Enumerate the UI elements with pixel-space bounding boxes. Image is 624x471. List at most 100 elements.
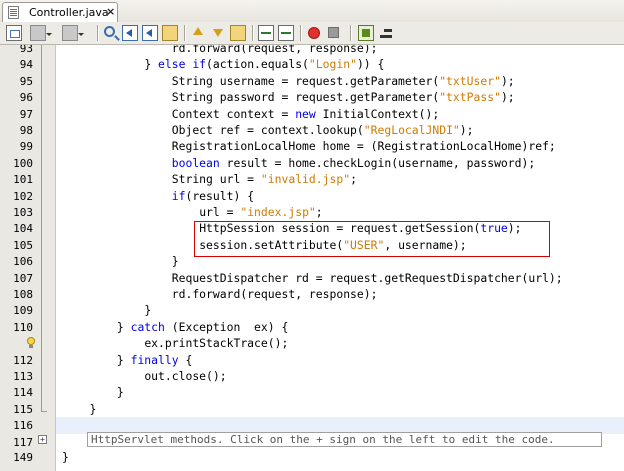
line-number: 106 xyxy=(13,255,33,268)
line-number: 103 xyxy=(13,206,33,219)
line-number: 100 xyxy=(13,157,33,170)
toolbar-separator xyxy=(184,25,186,41)
line-number: 99 xyxy=(19,140,33,153)
keyword-token: else if xyxy=(158,57,207,71)
line-number: 109 xyxy=(13,304,33,317)
code-line: 112} finally { xyxy=(0,352,624,369)
keyword-token: finally xyxy=(130,353,179,367)
code-token: Object ref = context.lookup( xyxy=(171,123,364,137)
forward-icon[interactable] xyxy=(62,25,84,41)
code-token: result = home.checkLogin(username, passw… xyxy=(219,156,536,170)
comment-icon[interactable] xyxy=(378,25,394,41)
close-tab-icon[interactable]: × xyxy=(106,5,115,18)
code-token: ; xyxy=(315,205,323,219)
code-token: } xyxy=(171,254,179,268)
lightbulb-hint-icon[interactable] xyxy=(26,337,36,348)
keyword-token: catch xyxy=(130,320,165,334)
line-number: 97 xyxy=(19,108,33,121)
code-text: } xyxy=(62,450,69,464)
line-number: 102 xyxy=(13,190,33,203)
string-token: "txtPass" xyxy=(439,90,501,104)
code-text: Object ref = context.lookup("RegLocalJND… xyxy=(172,123,474,137)
string-token: "Login" xyxy=(308,57,357,71)
code-token: rd.forward(request, response); xyxy=(171,287,378,301)
code-token: url = xyxy=(199,205,241,219)
code-token: ); xyxy=(500,74,515,88)
line-number: 93 xyxy=(19,45,33,55)
editor-toolbar xyxy=(0,22,624,45)
string-token: "invalid.jsp" xyxy=(260,172,351,186)
code-token: ); xyxy=(500,90,515,104)
previous-bookmark-icon[interactable] xyxy=(190,25,206,41)
toolbar-separator xyxy=(350,25,352,41)
keyword-token: if xyxy=(171,189,186,203)
code-line: ex.printStackTrace(); xyxy=(0,335,624,352)
tab-label: Controller.java xyxy=(29,6,109,19)
code-text: } finally { xyxy=(117,353,192,367)
folded-code-hint[interactable]: HttpServlet methods. Click on the + sign… xyxy=(87,432,602,447)
code-token: } xyxy=(144,303,152,317)
tab-controller-java[interactable]: Controller.java × xyxy=(2,2,118,22)
code-token: } xyxy=(62,450,69,464)
toolbar-separator xyxy=(97,25,99,41)
code-token: String url = xyxy=(171,172,261,186)
fold-expand-icon[interactable]: + xyxy=(38,435,47,444)
code-line: 108 rd.forward(request, response); xyxy=(0,286,624,303)
next-bookmark-icon[interactable] xyxy=(210,25,226,41)
code-text: out.close(); xyxy=(144,369,226,383)
code-token: String username = request.getParameter( xyxy=(171,74,440,88)
code-token: ex.printStackTrace(); xyxy=(144,336,289,350)
code-line: 94 } else if(action.equals("Login")) { xyxy=(0,56,624,73)
code-token: } xyxy=(116,385,124,399)
code-text: Context context = new InitialContext(); xyxy=(172,107,439,121)
code-token: ; xyxy=(350,172,357,186)
code-text: } catch (Exception ex) { xyxy=(117,320,288,334)
code-token: } xyxy=(116,353,131,367)
code-line: 103 url = "index.jsp"; xyxy=(0,204,624,221)
shift-right-icon[interactable] xyxy=(278,25,294,41)
toggle-bookmark-icon[interactable] xyxy=(230,25,246,41)
code-token: out.close(); xyxy=(144,369,227,383)
code-text: boolean result = home.checkLogin(usernam… xyxy=(172,156,535,170)
string-token: "txtUser" xyxy=(439,74,501,88)
code-text: } xyxy=(172,254,179,268)
line-number: 149 xyxy=(13,451,33,464)
line-number: 94 xyxy=(19,58,33,71)
code-text: } else if(action.equals("Login")) { xyxy=(144,57,384,71)
code-token: (result) { xyxy=(185,189,255,203)
code-token: rd.forward(request, response); xyxy=(171,45,378,55)
code-line: 100 boolean result = home.checkLogin(user… xyxy=(0,155,624,172)
back-icon[interactable] xyxy=(30,25,52,41)
code-text: String password = request.getParameter("… xyxy=(172,90,515,104)
code-token: { xyxy=(178,353,193,367)
fold-guide-end xyxy=(41,411,47,412)
code-line: 114} xyxy=(0,384,624,401)
keyword-token: boolean xyxy=(171,156,220,170)
record-macro-icon[interactable] xyxy=(308,27,320,39)
code-line: 115} xyxy=(0,401,624,418)
toolbar-separator xyxy=(252,25,254,41)
find-previous-icon[interactable] xyxy=(122,25,138,41)
code-line: 99 RegistrationLocalHome home = (Registra… xyxy=(0,138,624,155)
code-line: 113 out.close(); xyxy=(0,368,624,385)
line-number: 107 xyxy=(13,272,33,285)
code-line: 95 String username = request.getParameter… xyxy=(0,73,624,90)
code-editor[interactable]: 93 rd.forward(request, response); 94} else… xyxy=(0,45,624,471)
stop-macro-icon[interactable] xyxy=(328,27,339,38)
code-text: String url = "invalid.jsp"; xyxy=(172,172,357,186)
code-token: InitialContext(); xyxy=(315,107,440,121)
find-icon[interactable] xyxy=(104,26,115,37)
code-token: )) { xyxy=(356,57,385,71)
toggle-highlight-icon[interactable] xyxy=(162,25,178,41)
find-next-icon[interactable] xyxy=(142,25,158,41)
line-number: 101 xyxy=(13,173,33,186)
shift-left-icon[interactable] xyxy=(258,25,274,41)
code-token: ); xyxy=(459,123,474,137)
code-token: } xyxy=(116,320,131,334)
code-text: ex.printStackTrace(); xyxy=(144,336,288,350)
run-macro-icon[interactable] xyxy=(358,25,374,41)
highlighted-session-code xyxy=(194,221,550,257)
code-line: 101 String url = "invalid.jsp"; xyxy=(0,171,624,188)
last-edit-icon[interactable] xyxy=(6,25,22,41)
line-number: 110 xyxy=(13,321,33,334)
